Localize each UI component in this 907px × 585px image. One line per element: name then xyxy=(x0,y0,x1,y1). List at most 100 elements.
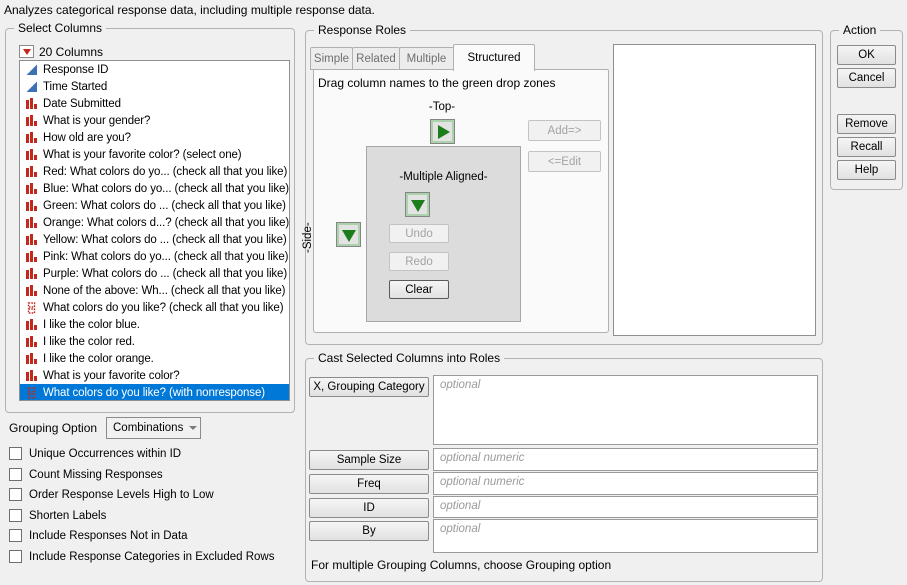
multiple-aligned-zone-label: -Multiple Aligned- xyxy=(366,171,521,183)
column-item-label: Response ID xyxy=(43,64,108,76)
column-listbox[interactable]: Response ID Time StartedDate Submitted Wha… xyxy=(19,60,290,401)
checkbox[interactable] xyxy=(9,447,22,460)
column-item-label: I like the color blue. xyxy=(43,319,140,331)
checkbox[interactable] xyxy=(9,550,22,563)
columns-menu-button[interactable] xyxy=(19,45,34,58)
green-down-triangle-icon xyxy=(342,230,356,242)
column-item[interactable]: What is your favorite color? (select one… xyxy=(20,146,289,163)
column-item[interactable]: Green: What colors do ... (check all tha… xyxy=(20,197,289,214)
column-item[interactable]: Date Submitted xyxy=(20,95,289,112)
ok-button[interactable]: OK xyxy=(837,45,896,65)
side-zone-label: -Side- xyxy=(302,210,316,266)
cast-role-button-freq[interactable]: Freq xyxy=(309,474,429,494)
select-columns-title: Select Columns xyxy=(14,21,106,35)
structured-response-listbox[interactable] xyxy=(613,44,816,336)
nominal-icon xyxy=(24,183,39,195)
tab-structured[interactable]: Structured xyxy=(453,44,535,71)
checkbox[interactable] xyxy=(9,509,22,522)
column-item-label: What colors do you like? (with nonrespon… xyxy=(43,387,265,399)
cast-role-field[interactable]: optional xyxy=(433,375,818,445)
cast-role-button-by[interactable]: By xyxy=(309,521,429,541)
column-item[interactable]: I like the color red. xyxy=(20,333,289,350)
checkbox-row[interactable]: Count Missing Responses xyxy=(9,467,163,482)
top-drop-zone-button[interactable] xyxy=(430,119,455,144)
clear-button[interactable]: Clear xyxy=(389,280,449,299)
edit-button[interactable]: <=Edit xyxy=(528,151,601,172)
redo-button[interactable]: Redo xyxy=(389,252,449,271)
column-item[interactable]: What is your favorite color? xyxy=(20,367,289,384)
column-item-label: Blue: What colors do yo... (check all th… xyxy=(43,183,289,195)
column-item[interactable]: I like the color blue. xyxy=(20,316,289,333)
green-down-triangle-icon xyxy=(411,200,425,212)
action-title: Action xyxy=(839,23,880,37)
tab-multiple[interactable]: Multiple xyxy=(399,47,454,70)
checkbox[interactable] xyxy=(9,468,22,481)
column-item-label: What is your favorite color? (select one… xyxy=(43,149,242,161)
cast-role-field[interactable]: optional xyxy=(433,496,818,518)
column-item[interactable]: Pink: What colors do yo... (check all th… xyxy=(20,248,289,265)
column-item[interactable]: How old are you? xyxy=(20,129,289,146)
multiple-icon xyxy=(24,387,39,399)
tab-related[interactable]: Related xyxy=(352,47,400,70)
column-item-label: Orange: What colors d...? (check all tha… xyxy=(43,217,289,229)
recall-button[interactable]: Recall xyxy=(837,137,896,157)
column-item[interactable]: Yellow: What colors do ... (check all th… xyxy=(20,231,289,248)
column-item[interactable]: I like the color orange. xyxy=(20,350,289,367)
column-item-label: Yellow: What colors do ... (check all th… xyxy=(43,234,287,246)
column-item[interactable]: Time Started xyxy=(20,78,289,95)
column-item-label: What is your gender? xyxy=(43,115,150,127)
continuous-icon xyxy=(24,81,39,93)
column-item[interactable]: Red: What colors do yo... (check all tha… xyxy=(20,163,289,180)
column-item-label: I like the color orange. xyxy=(43,353,154,365)
grouping-option-dropdown[interactable]: Combinations xyxy=(106,417,201,439)
nominal-icon xyxy=(24,166,39,178)
checkbox-row[interactable]: Order Response Levels High to Low xyxy=(9,487,214,502)
remove-button[interactable]: Remove xyxy=(837,114,896,134)
checkbox[interactable] xyxy=(9,488,22,501)
placeholder-text: optional xyxy=(440,500,480,512)
column-item[interactable]: Purple: What colors do ... (check all th… xyxy=(20,265,289,282)
cast-role-field[interactable]: optional numeric xyxy=(433,448,818,471)
nominal-icon xyxy=(24,149,39,161)
column-item[interactable]: Response ID xyxy=(20,61,289,78)
undo-button[interactable]: Undo xyxy=(389,224,449,243)
nominal-icon xyxy=(24,98,39,110)
checkbox[interactable] xyxy=(9,529,22,542)
nominal-icon xyxy=(24,285,39,297)
multiple-icon xyxy=(24,302,39,314)
column-item[interactable]: Blue: What colors do yo... (check all th… xyxy=(20,180,289,197)
checkbox-label: Include Responses Not in Data xyxy=(29,530,188,542)
checkbox-label: Include Response Categories in Excluded … xyxy=(29,551,274,563)
drop-zone-instruction: Drag column names to the green drop zone… xyxy=(318,76,555,90)
checkbox-row[interactable]: Include Response Categories in Excluded … xyxy=(9,549,274,564)
aligned-drop-zone-button[interactable] xyxy=(405,192,430,217)
column-item-label: I like the color red. xyxy=(43,336,135,348)
tab-simple[interactable]: Simple xyxy=(310,47,353,70)
side-drop-zone-button[interactable] xyxy=(336,222,361,247)
cancel-button[interactable]: Cancel xyxy=(837,68,896,88)
column-item[interactable]: What colors do you like? (check all that… xyxy=(20,299,289,316)
checkbox-row[interactable]: Unique Occurrences within ID xyxy=(9,446,181,461)
checkbox-row[interactable]: Shorten Labels xyxy=(9,508,106,523)
cast-role-button-sample-size[interactable]: Sample Size xyxy=(309,450,429,470)
green-right-triangle-icon xyxy=(438,125,450,139)
column-item[interactable]: Orange: What colors d...? (check all tha… xyxy=(20,214,289,231)
help-button[interactable]: Help xyxy=(837,160,896,180)
cast-role-button-id[interactable]: ID xyxy=(309,498,429,518)
nominal-icon xyxy=(24,251,39,263)
cast-role-button-x-grouping-category[interactable]: X, Grouping Category xyxy=(309,377,429,397)
grouping-option-label: Grouping Option xyxy=(9,421,97,435)
nominal-icon xyxy=(24,217,39,229)
column-item-label: None of the above: Wh... (check all that… xyxy=(43,285,285,297)
nominal-icon xyxy=(24,132,39,144)
column-item[interactable]: None of the above: Wh... (check all that… xyxy=(20,282,289,299)
add-button[interactable]: Add=> xyxy=(528,120,601,141)
checkbox-row[interactable]: Include Responses Not in Data xyxy=(9,528,188,543)
cast-role-field[interactable]: optional numeric xyxy=(433,472,818,495)
column-item[interactable]: What colors do you like? (with nonrespon… xyxy=(20,384,289,401)
placeholder-text: optional numeric xyxy=(440,452,524,464)
cast-role-field[interactable]: optional xyxy=(433,519,818,553)
column-item-label: Red: What colors do yo... (check all tha… xyxy=(43,166,287,178)
nominal-icon xyxy=(24,336,39,348)
column-item[interactable]: What is your gender? xyxy=(20,112,289,129)
